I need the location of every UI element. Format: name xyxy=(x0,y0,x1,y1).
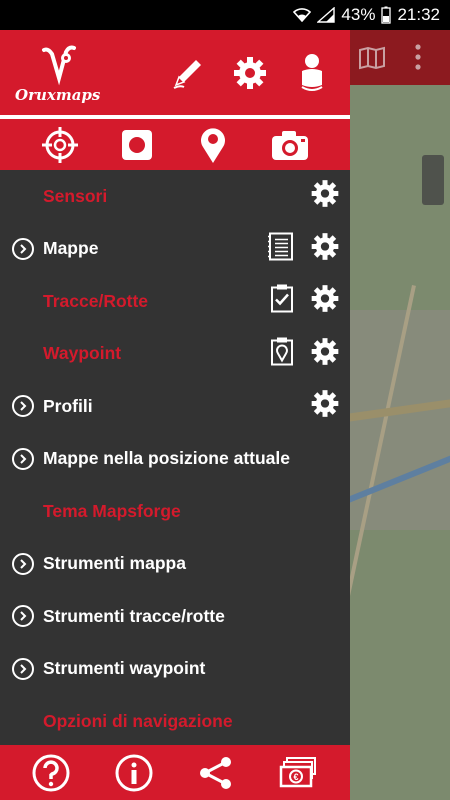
map-side-handle[interactable] xyxy=(422,155,444,205)
menu-item-waypoint[interactable]: Waypoint xyxy=(0,328,350,381)
pen-icon[interactable] xyxy=(168,50,208,96)
menu-item-tema-mapsforge[interactable]: Tema Mapsforge xyxy=(0,485,350,538)
menu-item-label: Waypoint xyxy=(43,343,122,364)
header-actions xyxy=(168,50,332,96)
gear-icon[interactable] xyxy=(310,284,340,319)
navigation-drawer: Oruxmaps Sensori Mappe Tracce/Rotte Wayp… xyxy=(0,30,350,800)
status-bar: 43% 21:32 xyxy=(0,0,450,30)
wifi-icon xyxy=(293,8,312,22)
battery-percent: 43% xyxy=(341,5,376,24)
menu-item-strumenti-waypoint[interactable]: Strumenti waypoint xyxy=(0,643,350,696)
info-icon[interactable] xyxy=(112,751,156,795)
clipboard-pin-icon[interactable] xyxy=(270,336,294,371)
clock: 21:32 xyxy=(397,5,440,24)
menu-item-label: Tracce/Rotte xyxy=(43,290,149,311)
menu-item-mappe-posizione-attuale[interactable]: Mappe nella posizione attuale xyxy=(0,433,350,486)
gear-icon[interactable] xyxy=(310,336,340,371)
gear-icon[interactable] xyxy=(310,389,340,424)
chevron-right-icon xyxy=(12,395,34,418)
quick-actions-bar xyxy=(0,119,350,170)
chevron-right-icon xyxy=(12,657,34,680)
waypoint-pin-icon[interactable] xyxy=(191,123,235,167)
oruxmaps-logo: Oruxmaps xyxy=(14,40,104,105)
clipboard-check-icon[interactable] xyxy=(270,284,294,319)
overflow-menu-icon[interactable] xyxy=(415,44,421,70)
menu-item-label: Strumenti mappa xyxy=(43,553,186,574)
svg-text:€: € xyxy=(293,772,298,782)
menu-item-label: Tema Mapsforge xyxy=(43,500,181,521)
menu-item-label: Mappe nella posizione attuale xyxy=(43,448,290,469)
user-icon[interactable] xyxy=(292,50,332,96)
menu-item-sensori[interactable]: Sensori xyxy=(0,170,350,223)
svg-text:Oruxmaps: Oruxmaps xyxy=(15,86,101,104)
menu-item-mappe[interactable]: Mappe xyxy=(0,223,350,276)
map-toolbar xyxy=(350,30,450,85)
drawer-menu: Sensori Mappe Tracce/Rotte Waypoint Prof… xyxy=(0,170,350,745)
gear-icon[interactable] xyxy=(310,179,340,214)
menu-item-label: Mappe xyxy=(43,238,99,259)
chevron-right-icon xyxy=(12,447,34,470)
donate-icon[interactable]: € xyxy=(277,751,321,795)
map-list-icon[interactable] xyxy=(268,231,294,266)
drawer-header: Oruxmaps xyxy=(0,30,350,115)
drawer-bottom-bar: € xyxy=(0,745,350,800)
menu-item-label: Strumenti tracce/rotte xyxy=(43,605,225,626)
share-icon[interactable] xyxy=(194,751,238,795)
help-icon[interactable] xyxy=(29,751,73,795)
menu-item-label: Profili xyxy=(43,395,93,416)
map-view[interactable] xyxy=(350,30,450,800)
camera-icon[interactable] xyxy=(268,123,312,167)
menu-item-label: Opzioni di navigazione xyxy=(43,710,233,731)
menu-item-profili[interactable]: Profili xyxy=(0,380,350,433)
map-book-icon[interactable] xyxy=(358,46,386,75)
battery-icon xyxy=(381,6,392,24)
menu-item-label: Sensori xyxy=(43,185,108,206)
record-icon[interactable] xyxy=(115,123,159,167)
menu-item-opzioni-navigazione[interactable]: Opzioni di navigazione xyxy=(0,695,350,745)
menu-item-strumenti-tracce-rotte[interactable]: Strumenti tracce/rotte xyxy=(0,590,350,643)
menu-item-label: Strumenti waypoint xyxy=(43,658,206,679)
chevron-right-icon xyxy=(12,552,34,575)
gear-icon[interactable] xyxy=(230,50,270,96)
menu-item-tracce-rotte[interactable]: Tracce/Rotte xyxy=(0,275,350,328)
target-icon[interactable] xyxy=(38,123,82,167)
chevron-right-icon xyxy=(12,605,34,628)
chevron-right-icon xyxy=(12,237,34,260)
gear-icon[interactable] xyxy=(310,231,340,266)
menu-item-strumenti-mappa[interactable]: Strumenti mappa xyxy=(0,538,350,591)
signal-icon xyxy=(317,7,336,23)
